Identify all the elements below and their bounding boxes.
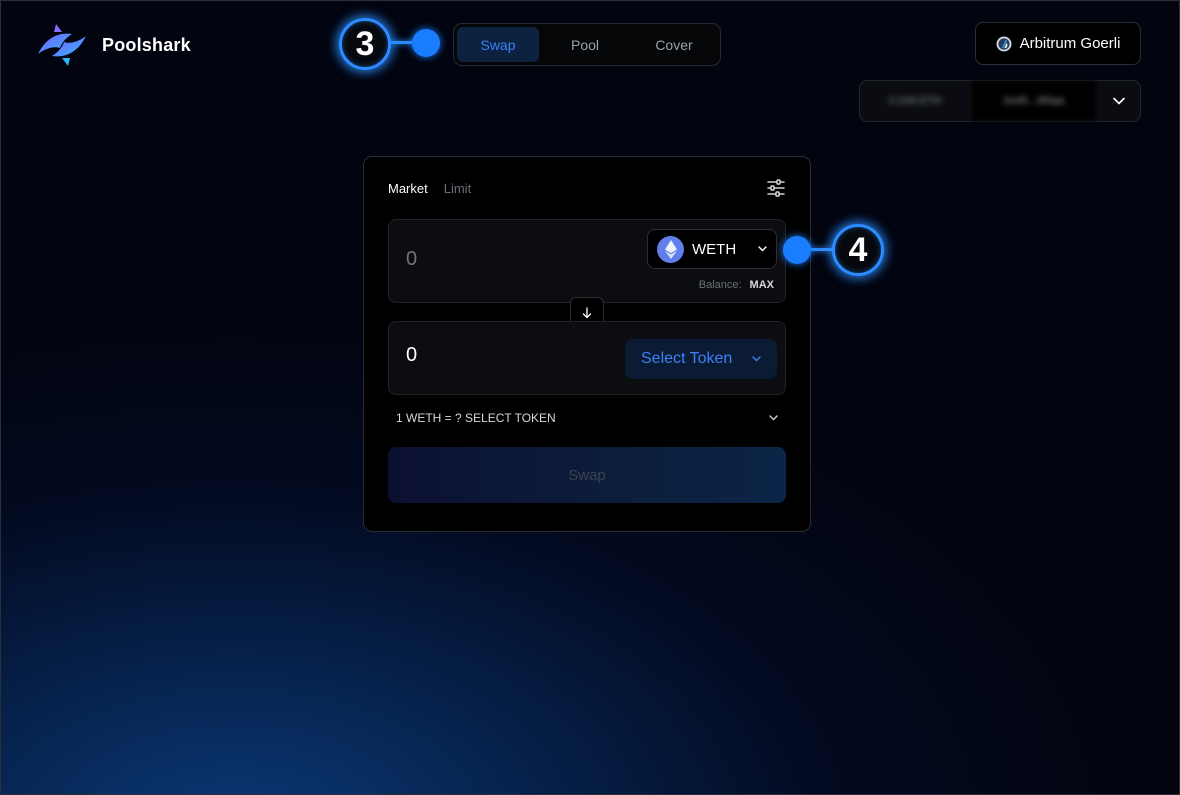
network-label: Arbitrum Goerli xyxy=(1019,35,1121,52)
main-nav: Swap Pool Cover xyxy=(453,23,721,66)
max-button[interactable]: MAX xyxy=(750,279,774,291)
tab-limit[interactable]: Limit xyxy=(444,181,471,196)
tab-cover[interactable]: Cover xyxy=(631,27,717,62)
sell-balance: Balance: MAX xyxy=(699,279,774,291)
chevron-down-icon xyxy=(752,356,761,362)
chevron-down-icon xyxy=(769,415,778,421)
tab-market[interactable]: Market xyxy=(388,181,428,196)
rate-details-toggle[interactable]: 1 WETH = ? SELECT TOKEN xyxy=(396,411,778,425)
wallet-balance: 0.249 ETH xyxy=(888,95,942,107)
exchange-rate: 1 WETH = ? SELECT TOKEN xyxy=(396,411,556,425)
tab-pool[interactable]: Pool xyxy=(539,27,631,62)
annotation-dot xyxy=(412,29,440,57)
sell-token-selector[interactable]: WETH xyxy=(647,229,777,269)
balance-label: Balance: xyxy=(698,279,742,291)
wallet-address-button[interactable]: 0x45...4f4aa xyxy=(970,81,1098,121)
app-logo[interactable]: Poolshark xyxy=(32,20,191,70)
arrow-down-icon xyxy=(582,307,592,319)
network-button[interactable]: Arbitrum Goerli xyxy=(975,22,1141,65)
wallet-menu-button[interactable] xyxy=(1098,81,1140,121)
wallet-panel: 0.249 ETH 0x45...4f4aa xyxy=(859,80,1141,122)
buy-amount-value: 0 xyxy=(406,344,418,366)
select-token-button[interactable]: Select Token xyxy=(625,339,777,379)
annotation-marker-4: 4 xyxy=(832,224,884,276)
swap-card: Market Limit WETH Balance: MAX xyxy=(363,156,811,532)
sell-token-label: WETH xyxy=(692,240,737,258)
ethereum-icon xyxy=(657,235,684,263)
tab-swap[interactable]: Swap xyxy=(457,27,539,62)
swap-mode-tabs: Market Limit xyxy=(388,181,471,196)
buy-input-box: 0 Select Token xyxy=(388,321,786,395)
annotation-marker-3: 3 xyxy=(339,18,391,70)
select-token-label: Select Token xyxy=(641,350,733,367)
settings-sliders-icon[interactable] xyxy=(766,179,786,197)
sell-input-box: WETH Balance: MAX xyxy=(388,219,786,303)
poolshark-logo-icon xyxy=(38,24,86,66)
arbitrum-icon xyxy=(996,36,1012,51)
sell-amount-input[interactable] xyxy=(406,248,606,271)
annotation-dot xyxy=(783,236,811,264)
chevron-down-icon xyxy=(758,246,767,252)
chevron-down-icon xyxy=(1113,97,1125,105)
swap-button[interactable]: Swap xyxy=(388,447,786,503)
app-name: Poolshark xyxy=(102,34,191,55)
